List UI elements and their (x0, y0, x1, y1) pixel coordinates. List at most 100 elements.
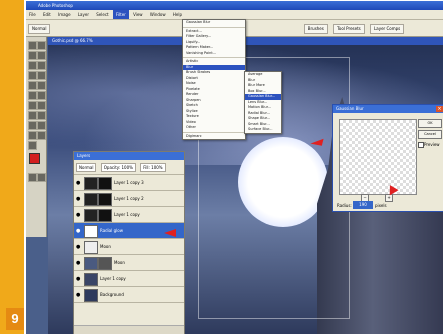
filter-preview[interactable] (339, 119, 417, 195)
opacity-field[interactable]: Opacity: 100% (100, 163, 136, 172)
toolbox (26, 37, 47, 237)
eye-icon[interactable]: ● (76, 180, 80, 186)
layer-thumbnail (84, 177, 98, 190)
radius-input[interactable]: 190 (353, 201, 373, 209)
layer-thumbnail (84, 289, 98, 302)
menu-view[interactable]: View (130, 10, 146, 19)
lasso-tool-icon[interactable] (28, 51, 37, 60)
layer-name: Layer 1 copy (114, 212, 140, 217)
menu-image[interactable]: Image (55, 10, 74, 19)
layer-thumbnail (84, 225, 98, 238)
tool-presets-tab[interactable]: Tool Presets (333, 24, 365, 34)
photoshop-window: Adobe Photoshop File Edit Image Layer Se… (26, 1, 443, 334)
eye-icon[interactable]: ● (76, 292, 80, 298)
accent-bar (0, 0, 24, 334)
clone-stamp-tool-icon[interactable] (28, 81, 37, 90)
filter-menu-item[interactable]: Digimarc (183, 134, 245, 140)
quick-mask-icon[interactable] (28, 173, 37, 182)
menu-help[interactable]: Help (170, 10, 185, 19)
eye-icon[interactable]: ● (76, 228, 80, 234)
zoom-tool-icon[interactable] (28, 141, 37, 150)
menu-filter[interactable]: Filter (112, 10, 129, 19)
crop-tool-icon[interactable] (28, 61, 37, 70)
history-brush-tool-icon[interactable] (37, 81, 46, 90)
move-tool-icon[interactable] (37, 41, 46, 50)
layer-name: Background (100, 292, 124, 297)
blur-submenu: Average Blur Blur More Box Blur... Gauss… (244, 71, 282, 134)
menu-file[interactable]: File (26, 10, 39, 19)
fill-field[interactable]: Fill: 100% (140, 163, 166, 172)
shape-tool-icon[interactable] (28, 121, 37, 130)
layer-name: Layer 1 copy 3 (114, 180, 144, 185)
layer-row[interactable]: ● Moon (74, 239, 184, 255)
filter-menu-item[interactable]: Gaussian Blur (183, 20, 245, 26)
layers-panel: Layers Normal Opacity: 100% Fill: 100% ●… (73, 151, 185, 334)
layer-name: Layer 1 copy 2 (114, 196, 144, 201)
layer-row[interactable]: ● Layer 1 copy (74, 207, 184, 223)
eye-icon[interactable]: ● (76, 260, 80, 266)
eye-icon[interactable]: ● (76, 196, 80, 202)
layer-mask-thumbnail[interactable] (98, 257, 112, 270)
gradient-tool-icon[interactable] (37, 91, 46, 100)
menu-edit[interactable]: Edit (40, 10, 54, 19)
ok-button[interactable]: OK (418, 119, 442, 128)
layer-name: Moon (114, 260, 125, 265)
layer-thumbnail (84, 273, 98, 286)
close-icon[interactable]: × (436, 106, 443, 112)
slice-tool-icon[interactable] (37, 61, 46, 70)
blend-mode-select[interactable]: Normal (76, 163, 97, 172)
dialog-title-bar: Gaussian Blur × (333, 105, 443, 113)
magic-wand-tool-icon[interactable] (37, 51, 46, 60)
screen-mode-icon[interactable] (37, 173, 46, 182)
eye-icon[interactable]: ● (76, 244, 80, 250)
layer-name: Radial glow (100, 228, 123, 233)
cancel-button[interactable]: Cancel (418, 130, 442, 139)
eye-icon[interactable]: ● (76, 212, 80, 218)
layer-mask-thumbnail[interactable] (98, 209, 112, 222)
eye-icon[interactable]: ● (76, 276, 80, 282)
step-number-badge: 9 (6, 308, 24, 330)
layer-row[interactable]: ● Background (74, 287, 184, 303)
menu-separator (183, 26, 245, 28)
dodge-tool-icon[interactable] (28, 101, 37, 110)
arrow-pointer-icon (164, 229, 176, 237)
hand-tool-icon[interactable] (37, 131, 46, 140)
foreground-color-swatch[interactable] (29, 153, 40, 164)
layer-row[interactable]: ● Moon (74, 255, 184, 271)
eraser-tool-icon[interactable] (28, 91, 37, 100)
healing-brush-tool-icon[interactable] (28, 71, 37, 80)
layer-name: Moon (100, 244, 111, 249)
layer-row[interactable]: ● Layer 1 copy 3 (74, 175, 184, 191)
path-selection-tool-icon[interactable] (37, 111, 46, 120)
menu-select[interactable]: Select (93, 10, 111, 19)
menu-window[interactable]: Window (147, 10, 169, 19)
radius-unit: pixels (375, 203, 387, 208)
brushes-tab[interactable]: Brushes (303, 24, 328, 34)
layer-row[interactable]: ● Layer 1 copy 2 (74, 191, 184, 207)
menu-separator (183, 131, 245, 133)
layer-thumbnail (84, 209, 98, 222)
filter-menu-item[interactable]: Vanishing Point... (183, 51, 245, 57)
brush-tool-icon[interactable] (37, 71, 46, 80)
dialog-title: Gaussian Blur (336, 106, 364, 111)
pen-tool-icon[interactable] (37, 101, 46, 110)
layer-mask-thumbnail[interactable] (98, 177, 112, 190)
layer-row[interactable]: ● Layer 1 copy (74, 271, 184, 287)
layer-comps-tab[interactable]: Layer Comps (370, 24, 405, 34)
notes-tool-icon[interactable] (37, 121, 46, 130)
layers-panel-title: Layers (74, 152, 184, 160)
blur-menu-item[interactable]: Surface Blur... (245, 127, 281, 133)
type-tool-icon[interactable] (28, 111, 37, 120)
filter-menu-item[interactable]: Other (183, 125, 245, 131)
layers-panel-controls: Normal Opacity: 100% Fill: 100% (74, 160, 184, 175)
layer-thumbnail (84, 193, 98, 206)
marquee-tool-icon[interactable] (28, 41, 37, 50)
filter-menu: Gaussian Blur Extract... Filter Gallery.… (182, 19, 246, 140)
mode-select[interactable]: Normal (28, 24, 51, 34)
radius-label: Radius: (337, 203, 352, 208)
layer-mask-thumbnail[interactable] (98, 193, 112, 206)
eyedropper-tool-icon[interactable] (28, 131, 37, 140)
app-title-bar: Adobe Photoshop (26, 1, 443, 10)
menu-layer[interactable]: Layer (75, 10, 92, 19)
layer-thumbnail (84, 241, 98, 254)
